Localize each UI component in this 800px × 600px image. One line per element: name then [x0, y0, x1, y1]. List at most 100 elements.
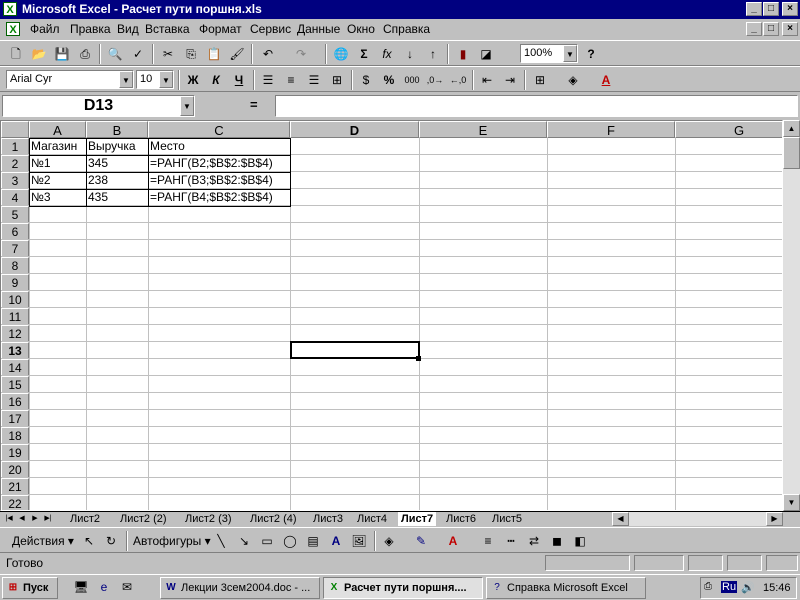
increase-decimal-icon[interactable]: ,0→ — [424, 70, 446, 90]
edit-formula-button[interactable]: = — [250, 97, 258, 112]
row-header-2[interactable]: 2 — [1, 155, 29, 172]
menu-window[interactable]: Окно — [347, 22, 375, 36]
row-header-9[interactable]: 9 — [1, 274, 29, 291]
menu-view[interactable]: Вид — [117, 22, 139, 36]
cell-b1[interactable]: Выручка — [86, 138, 148, 155]
doc-close-button[interactable]: × — [782, 22, 798, 36]
menu-insert[interactable]: Вставка — [145, 22, 190, 36]
tab-list2-3[interactable]: Лист2 (3) — [185, 512, 232, 526]
fill-color-icon[interactable]: ◈ — [562, 70, 584, 90]
menu-help[interactable]: Справка — [383, 22, 430, 36]
column-header-a[interactable]: A — [29, 121, 86, 138]
merge-center-icon[interactable]: ⊞ — [326, 70, 348, 90]
percent-button[interactable]: % — [378, 70, 400, 90]
scroll-thumb[interactable] — [783, 137, 800, 169]
cell-b4[interactable]: 435 — [86, 189, 148, 206]
active-cell-d13[interactable] — [290, 341, 420, 359]
prev-sheet-icon[interactable]: ◀ — [17, 513, 27, 525]
undo-icon[interactable]: ↶ — [257, 44, 279, 64]
tab-list2-2[interactable]: Лист2 (2) — [120, 512, 167, 526]
row-header-20[interactable]: 20 — [1, 461, 29, 478]
tab-list7[interactable]: Лист7 — [398, 512, 437, 526]
task-excel-help[interactable]: ? Справка Microsoft Excel — [486, 577, 646, 599]
align-center-icon[interactable]: ≡ — [280, 70, 302, 90]
cell-a4[interactable]: №3 — [29, 189, 86, 206]
tab-list4[interactable]: Лист4 — [357, 512, 387, 526]
draw-font-color-icon[interactable]: A — [442, 531, 464, 551]
row-header-1[interactable]: 1 — [1, 138, 29, 155]
cut-icon[interactable]: ✂ — [157, 44, 179, 64]
copy-icon[interactable]: ⎘ — [180, 44, 202, 64]
column-header-d[interactable]: D — [290, 121, 419, 138]
drawing-icon[interactable]: ◪ — [475, 44, 497, 64]
spelling-icon[interactable]: ✓ — [127, 44, 149, 64]
horizontal-scrollbar[interactable]: ◀ ▶ — [612, 512, 783, 526]
rectangle-icon[interactable]: ▭ — [256, 531, 278, 551]
line-color-icon[interactable]: ✎ — [410, 531, 432, 551]
decrease-indent-icon[interactable]: ⇤ — [476, 70, 498, 90]
scroll-down-icon[interactable]: ▼ — [783, 494, 800, 511]
save-icon[interactable]: 💾 — [51, 44, 73, 64]
format-painter-icon[interactable]: 🖌 — [226, 44, 248, 64]
sort-ascending-icon[interactable]: ↓ — [399, 44, 421, 64]
chevron-down-icon[interactable]: ▼ — [119, 71, 133, 88]
redo-icon[interactable]: ↷ — [290, 44, 312, 64]
tab-list5[interactable]: Лист5 — [492, 512, 522, 526]
row-header-10[interactable]: 10 — [1, 291, 29, 308]
actions-menu[interactable]: Действия ▾ — [12, 534, 74, 548]
shadow-icon[interactable]: ◼ — [546, 531, 568, 551]
outlook-icon[interactable]: ✉ — [116, 577, 138, 597]
row-header-17[interactable]: 17 — [1, 410, 29, 427]
cell-c2[interactable]: =РАНГ(B2;$B$2:$B$4) — [148, 155, 290, 172]
select-objects-icon[interactable]: ↖ — [78, 531, 100, 551]
column-header-c[interactable]: C — [148, 121, 290, 138]
chevron-down-icon[interactable]: ▼ — [159, 71, 173, 88]
currency-icon[interactable]: $ — [355, 70, 377, 90]
tab-list2[interactable]: Лист2 — [70, 512, 100, 526]
tab-list2-4[interactable]: Лист2 (4) — [250, 512, 297, 526]
web-toolbar-icon[interactable]: 🌐 — [330, 44, 352, 64]
thousands-button[interactable]: 000 — [401, 70, 423, 90]
ie-icon[interactable]: e — [93, 577, 115, 597]
first-sheet-icon[interactable]: |◀ — [4, 513, 14, 525]
maximize-button[interactable]: □ — [763, 2, 779, 16]
3d-icon[interactable]: ◧ — [569, 531, 591, 551]
volume-icon[interactable]: 🔊 — [741, 581, 755, 594]
row-header-4[interactable]: 4 — [1, 189, 29, 206]
show-desktop-icon[interactable]: 🖥 — [70, 577, 92, 597]
wordart-icon[interactable]: A — [325, 531, 347, 551]
column-header-b[interactable]: B — [86, 121, 148, 138]
row-header-22[interactable]: 22 — [1, 495, 29, 510]
tab-list3[interactable]: Лист3 — [313, 512, 343, 526]
scroll-left-icon[interactable]: ◀ — [612, 512, 629, 526]
vertical-scrollbar[interactable]: ▲ ▼ — [783, 120, 800, 511]
italic-button[interactable]: К — [205, 70, 227, 90]
scroll-up-icon[interactable]: ▲ — [783, 120, 800, 137]
line-icon[interactable]: ╲ — [210, 531, 232, 551]
underline-button[interactable]: Ч — [228, 70, 250, 90]
free-rotate-icon[interactable]: ↻ — [100, 531, 122, 551]
row-header-12[interactable]: 12 — [1, 325, 29, 342]
paste-icon[interactable]: 📋 — [203, 44, 225, 64]
start-button[interactable]: ⊞ Пуск — [2, 577, 58, 599]
autoshapes-menu[interactable]: Автофигуры ▾ — [133, 534, 211, 548]
cell-c3[interactable]: =РАНГ(B3;$B$2:$B$4) — [148, 172, 290, 189]
row-header-3[interactable]: 3 — [1, 172, 29, 189]
row-header-14[interactable]: 14 — [1, 359, 29, 376]
row-header-19[interactable]: 19 — [1, 444, 29, 461]
name-box[interactable]: D13 ▼ — [2, 95, 195, 117]
help-icon[interactable]: ? — [580, 44, 602, 64]
last-sheet-icon[interactable]: ▶| — [43, 513, 53, 525]
textbox-icon[interactable]: ▤ — [302, 531, 324, 551]
workbook-icon[interactable]: X — [6, 22, 20, 36]
chart-wizard-icon[interactable]: ▮ — [452, 44, 474, 64]
font-size-select[interactable]: 10 ▼ — [136, 70, 174, 89]
chevron-down-icon[interactable]: ▼ — [180, 96, 194, 116]
doc-minimize-button[interactable]: _ — [746, 22, 762, 36]
column-header-e[interactable]: E — [419, 121, 547, 138]
increase-indent-icon[interactable]: ⇥ — [499, 70, 521, 90]
row-header-18[interactable]: 18 — [1, 427, 29, 444]
task-excel-workbook[interactable]: X Расчет пути поршня.... — [323, 577, 483, 599]
cell-a1[interactable]: Магазин — [29, 138, 86, 155]
new-file-icon[interactable]: 🗋 — [5, 44, 27, 64]
